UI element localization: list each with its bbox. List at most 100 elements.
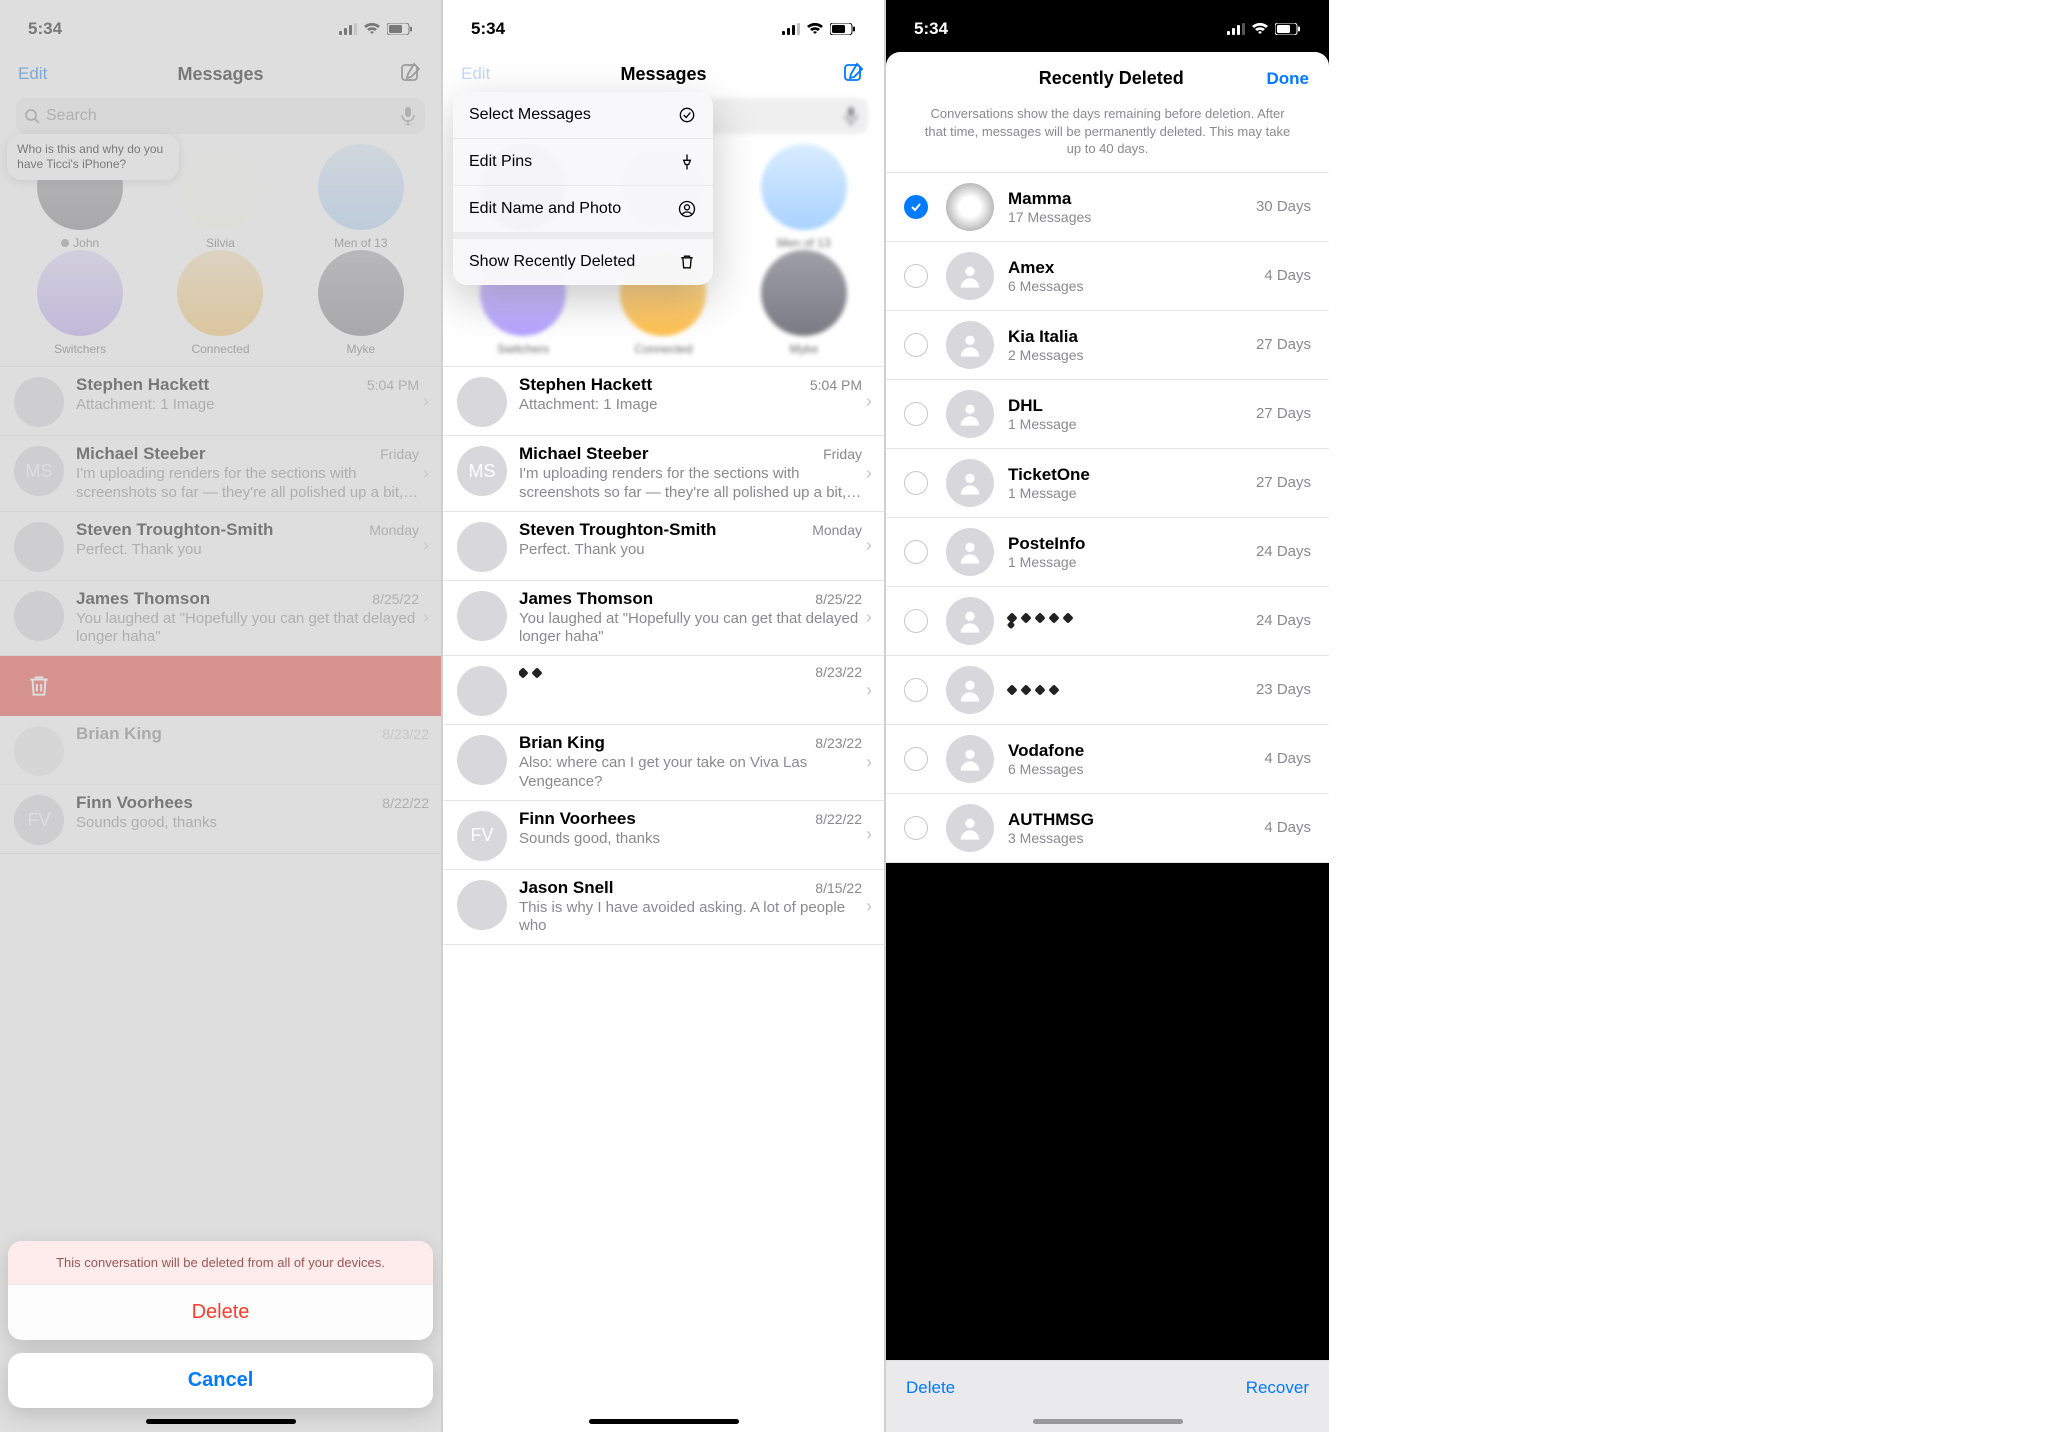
page-title: Messages: [521, 64, 806, 85]
pin-john[interactable]: Who is this and why do you have Ticci's …: [15, 144, 145, 250]
sheet-header: Recently Deleted Done: [886, 52, 1329, 99]
panel-recently-deleted: 5:34 Recently Deleted Done Conversations…: [886, 0, 1329, 1432]
selection-checkbox[interactable]: [904, 678, 928, 702]
battery-icon: [387, 23, 413, 35]
selection-checkbox[interactable]: [904, 471, 928, 495]
pin-myke[interactable]: Myke: [296, 250, 426, 356]
deleted-row[interactable]: Amex6 Messages4 Days: [886, 242, 1329, 311]
pin-preview-bubble: Who is this and why do you have Ticci's …: [7, 134, 179, 180]
status-time: 5:34: [471, 19, 505, 39]
sheet-message: This conversation will be deleted from a…: [8, 1241, 433, 1284]
menu-select-messages[interactable]: Select Messages: [453, 92, 713, 139]
menu-show-recently-deleted[interactable]: Show Recently Deleted: [453, 239, 713, 285]
conversation-row[interactable]: FVFinn Voorhees8/22/22Sounds good, thank…: [443, 801, 884, 870]
panel-messages-delete-sheet: 5:34 Edit Messages Search: [0, 0, 443, 1432]
conversation-list: Stephen Hackett5:04 PMAttachment: 1 Imag…: [443, 366, 884, 945]
conversation-row[interactable]: Steven Troughton-SmithMonday Perfect. Th…: [0, 512, 441, 581]
trash-icon: [26, 673, 52, 699]
signal-icon: [782, 23, 800, 35]
dictation-icon[interactable]: [842, 107, 860, 125]
panel-messages-edit-menu: 5:34 Edit Messages M: [443, 0, 886, 1432]
compose-icon: [399, 60, 423, 84]
pin-icon: [677, 152, 697, 172]
deleted-row[interactable]: Mamma17 Messages 30 Days: [886, 173, 1329, 242]
signal-icon: [1227, 23, 1245, 35]
trash-icon: [677, 252, 697, 272]
battery-icon: [830, 23, 856, 35]
checkmark-circle-icon: [677, 105, 697, 125]
sheet-cancel-button[interactable]: Cancel: [8, 1353, 433, 1408]
selection-checkbox[interactable]: [904, 609, 928, 633]
deleted-row[interactable]: Kia Italia2 Messages27 Days: [886, 311, 1329, 380]
conversation-row[interactable]: Jason Snell8/15/22This is why I have avo…: [443, 870, 884, 946]
pin-men-of-13[interactable]: Men of 13: [739, 144, 869, 250]
selection-checkbox[interactable]: [904, 264, 928, 288]
conversation-row[interactable]: 8/23/22›: [443, 656, 884, 725]
page-title: Recently Deleted: [956, 68, 1267, 89]
deleted-row[interactable]: Vodafone6 Messages4 Days: [886, 725, 1329, 794]
conversation-row[interactable]: James Thomson8/25/22You laughed at "Hope…: [443, 581, 884, 657]
selection-checkbox[interactable]: [904, 540, 928, 564]
pin-connected[interactable]: Connected: [155, 250, 285, 356]
chevron-right-icon: ›: [423, 607, 429, 628]
conversation-row[interactable]: Stephen Hackett5:04 PM Attachment: 1 Ima…: [0, 367, 441, 436]
compose-button[interactable]: [806, 60, 866, 89]
deleted-row[interactable]: TicketOne1 Message27 Days: [886, 449, 1329, 518]
conversation-row[interactable]: Stephen Hackett5:04 PMAttachment: 1 Imag…: [443, 367, 884, 436]
swipe-delete-action[interactable]: [0, 656, 441, 716]
home-indicator[interactable]: [589, 1419, 739, 1424]
edit-button[interactable]: Edit: [461, 64, 521, 84]
wifi-icon: [1251, 23, 1269, 35]
selection-checkbox[interactable]: [904, 333, 928, 357]
toolbar-delete-button[interactable]: Delete: [906, 1378, 955, 1398]
menu-edit-name-photo[interactable]: Edit Name and Photo: [453, 186, 713, 233]
conversation-list: Stephen Hackett5:04 PM Attachment: 1 Ima…: [0, 366, 441, 656]
search-placeholder: Search: [46, 107, 399, 125]
chevron-right-icon: ›: [423, 463, 429, 484]
page-title: Messages: [78, 64, 363, 85]
deleted-row[interactable]: 24 Days: [886, 587, 1329, 656]
chevron-right-icon: ›: [423, 535, 429, 556]
deleted-row[interactable]: DHL1 Message27 Days: [886, 380, 1329, 449]
menu-edit-pins[interactable]: Edit Pins: [453, 139, 713, 186]
search-bar[interactable]: Search: [16, 98, 425, 134]
status-bar: 5:34: [0, 0, 441, 52]
status-icons: [339, 23, 413, 35]
done-button[interactable]: Done: [1267, 69, 1310, 89]
pin-myke[interactable]: Myke: [739, 250, 869, 356]
selection-checkbox[interactable]: [904, 195, 928, 219]
deleted-row[interactable]: 23 Days: [886, 656, 1329, 725]
conversation-row[interactable]: MSMichael SteeberFridayI'm uploading ren…: [443, 436, 884, 512]
toolbar-recover-button[interactable]: Recover: [1246, 1378, 1309, 1398]
deleted-conversations-list: Mamma17 Messages 30 Days Amex6 Messages4…: [886, 172, 1329, 863]
conversation-row[interactable]: MS Michael SteeberFriday I'm uploading r…: [0, 436, 441, 512]
wifi-icon: [363, 23, 381, 35]
deleted-row[interactable]: PosteInfo1 Message24 Days: [886, 518, 1329, 587]
compose-button[interactable]: [363, 60, 423, 89]
pin-switchers[interactable]: Switchers: [15, 250, 145, 356]
pin-men-of-13[interactable]: Men of 13: [296, 144, 426, 250]
conversation-row[interactable]: James Thomson8/25/22 You laughed at "Hop…: [0, 581, 441, 657]
status-time: 5:34: [914, 19, 948, 39]
conversation-row[interactable]: Steven Troughton-SmithMondayPerfect. Tha…: [443, 512, 884, 581]
nav-bar: Edit Messages: [0, 52, 441, 98]
home-indicator[interactable]: [146, 1419, 296, 1424]
conversation-row[interactable]: FV Finn Voorhees8/22/22Sounds good, than…: [0, 785, 441, 854]
dictation-icon[interactable]: [399, 107, 417, 125]
selection-checkbox[interactable]: [904, 402, 928, 426]
pinned-grid: Who is this and why do you have Ticci's …: [0, 144, 441, 366]
selection-checkbox[interactable]: [904, 816, 928, 840]
status-bar: 5:34: [443, 0, 884, 52]
info-note: Conversations show the days remaining be…: [886, 99, 1329, 172]
sheet-delete-button[interactable]: Delete: [8, 1284, 433, 1340]
conversation-row[interactable]: Brian King8/23/22Also: where can I get y…: [443, 725, 884, 801]
selection-checkbox[interactable]: [904, 747, 928, 771]
delete-action-sheet: This conversation will be deleted from a…: [8, 1241, 433, 1340]
conversation-row[interactable]: Brian King8/23/22: [0, 716, 441, 785]
unread-dot-icon: [61, 239, 69, 247]
person-circle-icon: [677, 199, 697, 219]
compose-icon: [842, 60, 866, 84]
home-indicator[interactable]: [1033, 1419, 1183, 1424]
edit-button[interactable]: Edit: [18, 64, 78, 84]
deleted-row[interactable]: AUTHMSG3 Messages4 Days: [886, 794, 1329, 863]
